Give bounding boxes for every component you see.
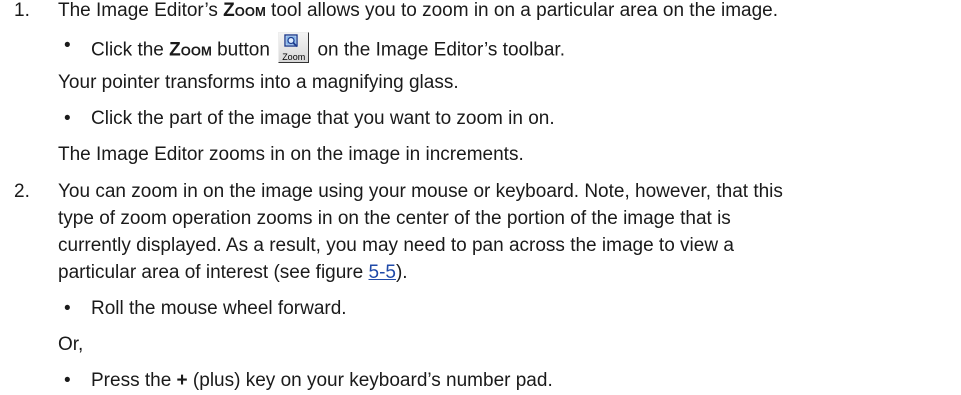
plus-key: + [176, 370, 188, 391]
zoom-tool-name: Zoom [169, 39, 212, 61]
zoom-tool-name: Zoom [223, 0, 266, 21]
step-2-line-4-before: particular area of interest (see figure [58, 262, 369, 283]
step-2-line-4: particular area of interest (see figure … [58, 262, 408, 284]
step-1-text-after: tool allows you to zoom in on a particul… [265, 0, 779, 21]
step-1-result-2: The Image Editor zooms in on the image i… [58, 144, 524, 165]
bullet-text: Click the Zoom button Zoom on the Image … [91, 32, 565, 66]
bullet-marker: • [64, 108, 71, 129]
bullet-marker: • [64, 35, 71, 56]
step-2-line-1: You can zoom in on the image using your … [58, 181, 783, 202]
zoom-button-label: Zoom [282, 52, 306, 62]
bullet-text: Press the + (plus) key on your keyboard’… [91, 370, 553, 392]
step-1-text: The Image Editor’s Zoom tool allows you … [58, 0, 778, 22]
step-1-result-1: Your pointer transforms into a magnifyin… [58, 72, 459, 93]
magnifier-icon [284, 34, 298, 48]
bullet-text-after: (plus) key on your keyboard’s number pad… [187, 370, 553, 391]
step-2-line-3: currently displayed. As a result, you ma… [58, 235, 734, 256]
bullet-text-before: Press the [91, 370, 177, 391]
step-2-line-2: type of zoom operation zooms in on the c… [58, 208, 731, 229]
step-2-line-4-after: ). [395, 262, 408, 283]
step-number: 1. [14, 0, 30, 21]
bullet-text: Click the part of the image that you wan… [91, 108, 555, 129]
bullet-marker: • [64, 370, 71, 391]
step-1-text-before: The Image Editor’s [58, 0, 224, 21]
bullet-text: Roll the mouse wheel forward. [91, 298, 347, 319]
bullet-marker: • [64, 298, 71, 319]
bullet-text-before: Click the [91, 39, 170, 61]
step-number: 2. [14, 181, 30, 202]
figure-link[interactable]: 5-5 [369, 262, 396, 283]
or-text: Or, [58, 334, 84, 355]
zoom-toolbar-button[interactable]: Zoom [278, 32, 310, 63]
bullet-text-mid: button [211, 39, 276, 61]
bullet-text-after: on the Image Editor’s toolbar. [312, 39, 565, 61]
